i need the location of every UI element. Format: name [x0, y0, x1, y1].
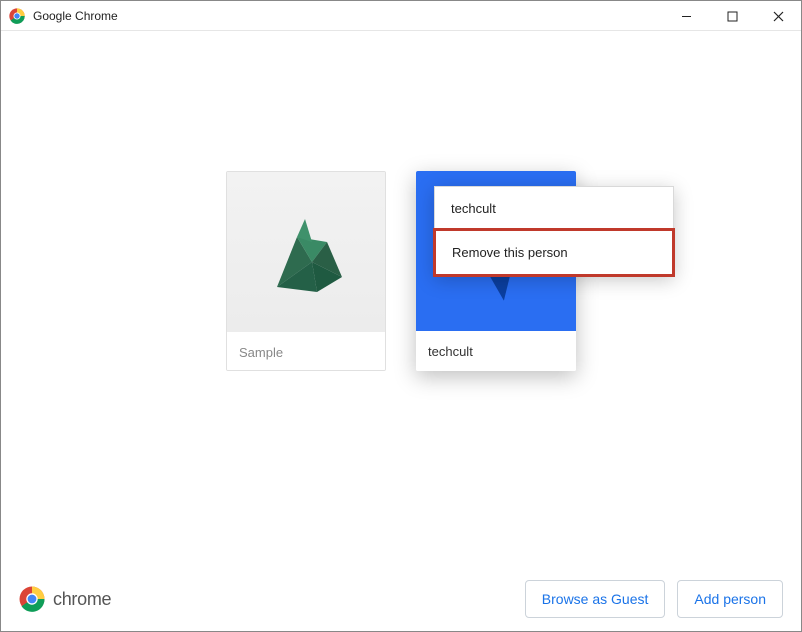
- bottom-bar: chrome Browse as Guest Add person: [1, 567, 801, 631]
- minimize-button[interactable]: [663, 1, 709, 31]
- origami-crane-icon: [257, 207, 357, 307]
- maximize-button[interactable]: [709, 1, 755, 31]
- content-area: Sample techcult techcult Remove this per…: [1, 31, 801, 631]
- titlebar: Google Chrome: [1, 1, 801, 31]
- menu-item-remove-person[interactable]: Remove this person: [433, 228, 675, 277]
- chrome-logo-icon: [19, 586, 45, 612]
- window-controls: [663, 1, 801, 31]
- profile-context-menu: techcult Remove this person: [434, 186, 674, 276]
- profile-card-row: Sample techcult: [1, 171, 801, 371]
- window-title: Google Chrome: [33, 9, 118, 23]
- profile-name-label: Sample: [227, 332, 385, 371]
- chrome-profile-manager-window: Google Chrome: [0, 0, 802, 632]
- chrome-brand-text: chrome: [53, 589, 111, 610]
- chrome-icon: [9, 8, 25, 24]
- browse-as-guest-button[interactable]: Browse as Guest: [525, 580, 666, 618]
- profile-name-label: techcult: [416, 331, 576, 371]
- menu-item-profile-name[interactable]: techcult: [435, 187, 673, 230]
- profile-art-origami: [227, 172, 385, 332]
- chrome-brand: chrome: [19, 586, 111, 612]
- profile-card-sample[interactable]: Sample: [226, 171, 386, 371]
- close-button[interactable]: [755, 1, 801, 31]
- add-person-button[interactable]: Add person: [677, 580, 783, 618]
